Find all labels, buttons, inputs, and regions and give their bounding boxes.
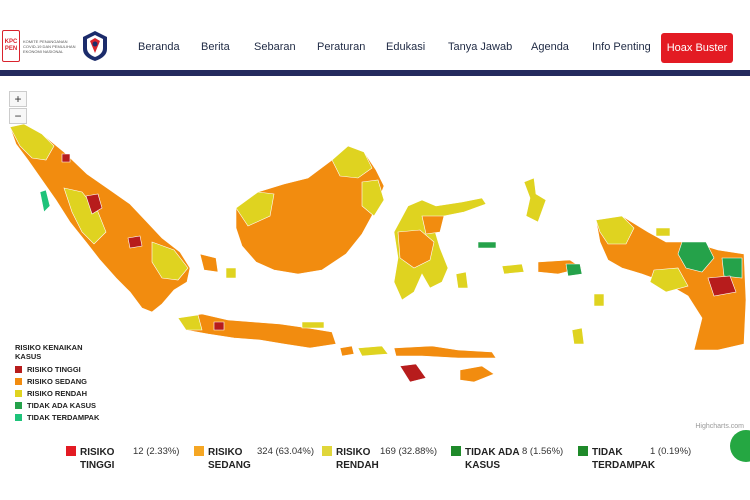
highcharts-credits-link[interactable]: Highcharts.com	[695, 423, 744, 430]
nav-berita[interactable]: Berita	[201, 41, 230, 53]
legend-item-risiko-sedang[interactable]: RISIKO SEDANG	[15, 377, 107, 386]
map-region-bangka[interactable]	[199, 253, 219, 273]
map-region-nias[interactable]	[39, 189, 51, 213]
map-region-java-west[interactable]	[177, 314, 203, 331]
logo-pen-text: PEN	[4, 46, 18, 52]
legend-label: RISIKO TINGGI	[27, 365, 81, 374]
zoom-in-button[interactable]: +	[9, 91, 27, 107]
risk-summary-stats: RISIKO TINGGI 12 (2.33%) RISIKO SEDANG 324…	[0, 436, 750, 500]
stat-label-line1: RISIKO	[208, 447, 243, 458]
stat-swatch-green	[451, 446, 461, 456]
legend-swatch-red	[15, 366, 22, 373]
map-region-sumba-red[interactable]	[399, 363, 427, 383]
legend-label: TIDAK TERDAMPAK	[27, 413, 100, 422]
stat-swatch-red	[66, 446, 76, 456]
legend-label: RISIKO RENDAH	[27, 389, 88, 398]
stat-value: 8 (1.56%)	[522, 446, 564, 457]
stat-label: TIDAK ADA KASUS	[465, 446, 520, 472]
map-region-sumatra-red-3[interactable]	[61, 153, 71, 163]
map-region-banggai[interactable]	[477, 241, 497, 249]
zoom-out-button[interactable]: −	[9, 108, 27, 124]
map-region-sulawesi-central[interactable]	[421, 215, 445, 235]
stat-label: RISIKO TINGGI	[80, 446, 114, 472]
legend-item-tidak-terdampak[interactable]: TIDAK TERDAMPAK	[15, 413, 107, 422]
map-region-biak[interactable]	[655, 227, 671, 237]
map-legend: RISIKO KENAIKAN KASUS RISIKO TINGGI RISI…	[9, 340, 113, 424]
stat-tidak-ada-kasus: TIDAK ADA KASUS 8 (1.56%)	[451, 446, 576, 482]
map-region-kei[interactable]	[593, 293, 605, 307]
map-region-ntt[interactable]	[393, 345, 497, 359]
stat-swatch-green	[578, 446, 588, 456]
stat-label: RISIKO RENDAH	[336, 446, 379, 472]
stat-label-line2: TERDAMPAK	[592, 460, 656, 471]
map-region-sula[interactable]	[501, 263, 525, 275]
site-header: KPC PEN KOMITE PENANGANAN COVID-19 DAN P…	[0, 0, 750, 70]
nav-tanya-jawab[interactable]: Tanya Jawab	[448, 41, 512, 53]
stat-label: TIDAK TERDAMPAK	[592, 446, 655, 472]
legend-swatch-yellow	[15, 390, 22, 397]
header-divider	[0, 70, 750, 76]
legend-item-risiko-tinggi[interactable]: RISIKO TINGGI	[15, 365, 107, 374]
map-region-timor[interactable]	[459, 365, 495, 383]
nav-info-penting[interactable]: Info Penting	[592, 41, 651, 53]
stat-value: 1 (0.19%)	[650, 446, 692, 457]
map-region-madura[interactable]	[301, 321, 325, 329]
map-region-seram-green[interactable]	[565, 263, 583, 277]
legend-item-tidak-ada-kasus[interactable]: TIDAK ADA KASUS	[15, 401, 107, 410]
stat-label-line1: RISIKO	[80, 447, 115, 458]
stat-swatch-orange	[194, 446, 204, 456]
nav-peraturan[interactable]: Peraturan	[317, 41, 365, 53]
nav-sebaran[interactable]: Sebaran	[254, 41, 296, 53]
map-region-halmahera[interactable]	[523, 177, 547, 223]
map-region-bali[interactable]	[339, 345, 355, 357]
map-region-java[interactable]	[177, 313, 337, 349]
stat-risiko-sedang: RISIKO SEDANG 324 (63.04%)	[194, 446, 319, 482]
kpcpen-logo[interactable]: KPC PEN KOMITE PENANGANAN COVID-19 DAN P…	[2, 30, 79, 62]
legend-label: TIDAK ADA KASUS	[27, 401, 97, 410]
stat-label-line2: SEDANG	[208, 460, 251, 471]
legend-label: RISIKO SEDANG	[27, 377, 88, 386]
stat-swatch-yellow	[322, 446, 332, 456]
legend-item-risiko-rendah[interactable]: RISIKO RENDAH	[15, 389, 107, 398]
stat-label-line2: RENDAH	[336, 460, 379, 471]
map-region-tanimbar[interactable]	[571, 327, 585, 345]
stat-risiko-rendah: RISIKO RENDAH 169 (32.88%)	[322, 446, 447, 482]
indonesia-risk-map[interactable]	[2, 82, 748, 434]
stat-value: 169 (32.88%)	[380, 446, 438, 457]
stat-label-line1: RISIKO	[336, 447, 371, 458]
nav-beranda[interactable]: Beranda	[138, 41, 180, 53]
legend-swatch-light-green	[15, 414, 22, 421]
logo-kpc-text: KPC	[4, 39, 18, 45]
stat-label-line2: TINGGI	[80, 460, 115, 471]
hoax-buster-button[interactable]: Hoax Buster	[661, 33, 733, 63]
stat-label-line2: KASUS	[465, 460, 501, 471]
map-region-belitung[interactable]	[225, 267, 237, 279]
legend-swatch-orange	[15, 378, 22, 385]
stat-label: RISIKO SEDANG	[208, 446, 251, 472]
legend-swatch-green	[15, 402, 22, 409]
stat-value: 324 (63.04%)	[257, 446, 315, 457]
stat-value: 12 (2.33%)	[133, 446, 180, 457]
map-region-buton[interactable]	[455, 271, 469, 289]
stat-label-line1: TIDAK	[592, 447, 623, 458]
stat-tidak-terdampak: TIDAK TERDAMPAK 1 (0.19%)	[578, 446, 703, 482]
stat-risiko-tinggi: RISIKO TINGGI 12 (2.33%)	[66, 446, 186, 482]
nav-agenda[interactable]: Agenda	[531, 41, 569, 53]
nav-edukasi[interactable]: Edukasi	[386, 41, 425, 53]
garuda-emblem-icon	[83, 31, 107, 61]
map-region-sumatra-red-2[interactable]	[127, 235, 143, 249]
stat-label-line1: TIDAK ADA	[465, 447, 520, 458]
map-region-java-red[interactable]	[213, 321, 225, 331]
kpcpen-logo-mark: KPC PEN	[2, 30, 20, 62]
map-region-papua-central[interactable]	[721, 257, 743, 279]
legend-title: RISIKO KENAIKAN KASUS	[15, 343, 83, 361]
risk-map-panel: + − RISIKO KENAIKAN KASUS RISIKO TINGGI …	[2, 82, 748, 434]
map-region-ntb[interactable]	[357, 345, 389, 357]
logo-tagline: KOMITE PENANGANAN COVID-19 DAN PEMULIHAN…	[23, 38, 76, 54]
